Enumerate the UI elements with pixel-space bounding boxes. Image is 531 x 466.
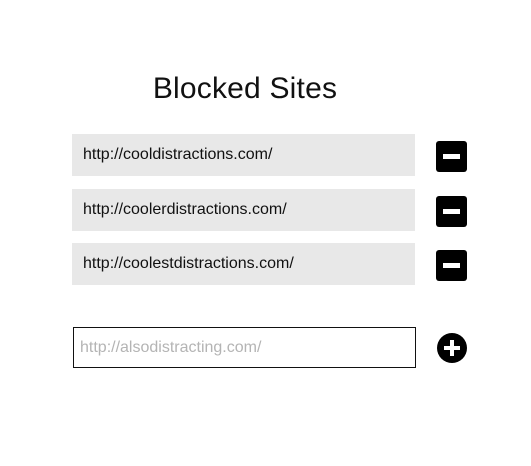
minus-icon	[443, 209, 460, 214]
remove-site-button[interactable]	[436, 250, 467, 281]
blocked-site-item: http://coolerdistractions.com/	[72, 189, 415, 231]
new-site-input[interactable]	[73, 327, 416, 368]
blocked-site-item: http://cooldistractions.com/	[72, 134, 415, 176]
add-site-button[interactable]	[437, 333, 467, 363]
blocked-site-item: http://coolestdistractions.com/	[72, 243, 415, 285]
page-title: Blocked Sites	[152, 72, 338, 105]
plus-icon-vertical	[450, 340, 454, 356]
minus-icon	[443, 154, 460, 159]
minus-icon	[443, 263, 460, 268]
remove-site-button[interactable]	[436, 196, 467, 227]
remove-site-button[interactable]	[436, 141, 467, 172]
